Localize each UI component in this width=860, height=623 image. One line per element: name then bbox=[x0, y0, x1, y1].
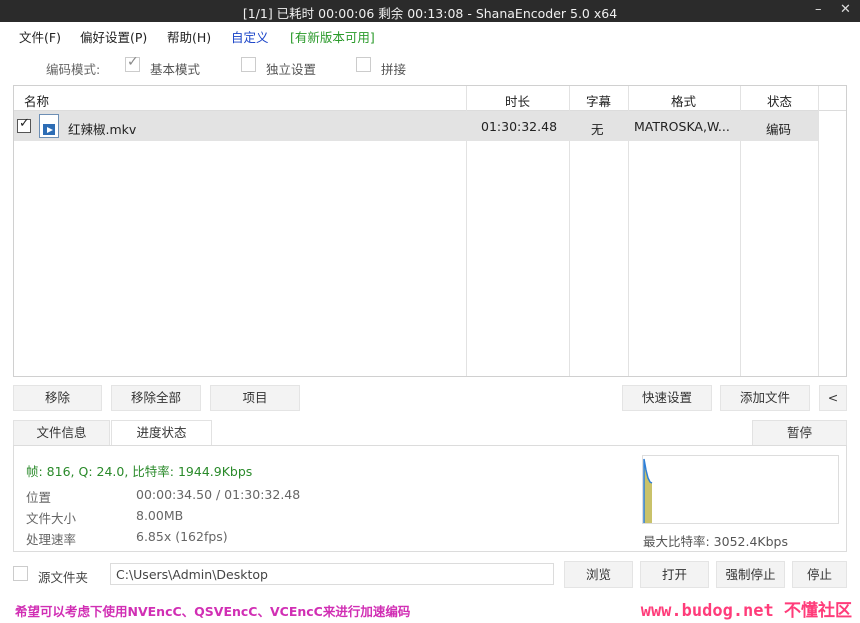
minimize-icon[interactable]: – bbox=[815, 2, 822, 17]
row-checkbox[interactable] bbox=[17, 116, 31, 133]
bitrate-graph bbox=[642, 455, 839, 524]
menu-help[interactable]: 帮助(H) bbox=[167, 27, 211, 46]
window-title: [1/1] 已耗时 00:00:06 剩余 00:13:08 - ShanaEn… bbox=[242, 6, 618, 21]
menu-bar: 文件(F) 偏好设置(P) 帮助(H) 自定义 [有新版本可用] bbox=[0, 22, 860, 48]
position-label: 位置 bbox=[26, 490, 52, 505]
file-format: MATROSKA,W... bbox=[634, 119, 730, 134]
encoding-mode-row: 编码模式: 基本模式 独立设置 拼接 bbox=[0, 48, 860, 85]
output-path-input[interactable] bbox=[110, 563, 554, 585]
file-duration: 01:30:32.48 bbox=[481, 119, 558, 134]
encode-stats: 帧: 816, Q: 24.0, 比特率: 1944.9Kbps bbox=[26, 464, 253, 479]
file-list-header: 名称 时长 字幕 格式 状态 bbox=[14, 86, 846, 111]
browse-button[interactable]: 浏览 bbox=[564, 561, 633, 588]
column-format[interactable]: 格式 bbox=[671, 91, 696, 110]
column-duration[interactable]: 时长 bbox=[505, 91, 530, 110]
menu-file[interactable]: 文件(F) bbox=[19, 27, 61, 46]
column-subtitle[interactable]: 字幕 bbox=[586, 91, 611, 110]
remove-button[interactable]: 移除 bbox=[13, 385, 102, 411]
stop-button[interactable]: 停止 bbox=[792, 561, 847, 588]
encoding-mode-label: 编码模式: bbox=[46, 62, 101, 77]
tab-progress[interactable]: 进度状态 bbox=[111, 420, 212, 446]
concat-label: 拼接 bbox=[381, 62, 407, 77]
file-status: 编码 bbox=[766, 122, 792, 137]
update-available-link[interactable]: [有新版本可用] bbox=[290, 27, 375, 46]
column-name[interactable]: 名称 bbox=[24, 91, 49, 110]
speed-value: 6.85x (162fps) bbox=[136, 529, 228, 544]
speed-label: 处理速率 bbox=[26, 532, 77, 547]
collapse-button[interactable]: < bbox=[819, 385, 847, 411]
quick-settings-button[interactable]: 快速设置 bbox=[622, 385, 712, 411]
concat-checkbox[interactable] bbox=[356, 57, 371, 72]
watermark: www.budog.net 不懂社区 bbox=[640, 601, 852, 621]
status-bar: 希望可以考虑下使用NVEncC、QSVEncC、VCEncC来进行加速编码 ww… bbox=[0, 598, 860, 623]
title-bar: [1/1] 已耗时 00:00:06 剩余 00:13:08 - ShanaEn… bbox=[0, 0, 860, 22]
file-list[interactable]: 名称 时长 字幕 格式 状态 红辣椒.mkv 01:30:32.48 无 MAT… bbox=[13, 85, 847, 377]
status-tip: 希望可以考虑下使用NVEncC、QSVEncC、VCEncC来进行加速编码 bbox=[15, 604, 411, 619]
tab-file-info[interactable]: 文件信息 bbox=[13, 420, 110, 446]
video-file-icon bbox=[39, 114, 59, 138]
filesize-label: 文件大小 bbox=[26, 511, 77, 526]
pause-button[interactable]: 暂停 bbox=[752, 420, 847, 446]
filesize-value: 8.00MB bbox=[136, 508, 184, 523]
file-name: 红辣椒.mkv bbox=[68, 122, 137, 137]
output-row: 源文件夹 浏览 打开 强制停止 停止 bbox=[0, 558, 860, 594]
info-tabs: 文件信息 进度状态 暂停 bbox=[13, 420, 847, 446]
menu-custom[interactable]: 自定义 bbox=[231, 27, 269, 46]
item-button[interactable]: 项目 bbox=[210, 385, 300, 411]
column-divider bbox=[818, 86, 819, 376]
file-subtitle: 无 bbox=[591, 122, 604, 137]
open-button[interactable]: 打开 bbox=[640, 561, 709, 588]
max-bitrate: 最大比特率: 3052.4Kbps bbox=[643, 534, 789, 549]
column-status[interactable]: 状态 bbox=[767, 91, 792, 110]
source-folder-checkbox[interactable] bbox=[13, 566, 28, 581]
add-file-button[interactable]: 添加文件 bbox=[720, 385, 810, 411]
force-stop-button[interactable]: 强制停止 bbox=[716, 561, 785, 588]
independent-settings-label: 独立设置 bbox=[266, 62, 317, 77]
close-icon[interactable]: ✕ bbox=[840, 2, 851, 17]
menu-preferences[interactable]: 偏好设置(P) bbox=[80, 27, 147, 46]
source-folder-label: 源文件夹 bbox=[38, 570, 89, 585]
independent-settings-checkbox[interactable] bbox=[241, 57, 256, 72]
table-row[interactable]: 红辣椒.mkv 01:30:32.48 无 MATROSKA,W... 编码 bbox=[14, 111, 818, 141]
remove-all-button[interactable]: 移除全部 bbox=[111, 385, 201, 411]
progress-panel: 帧: 816, Q: 24.0, 比特率: 1944.9Kbps 位置 00:0… bbox=[13, 445, 847, 552]
basic-mode-checkbox[interactable] bbox=[125, 54, 140, 72]
basic-mode-label: 基本模式 bbox=[150, 62, 201, 77]
bitrate-graph-plot bbox=[643, 458, 653, 523]
position-value: 00:00:34.50 / 01:30:32.48 bbox=[136, 487, 301, 502]
